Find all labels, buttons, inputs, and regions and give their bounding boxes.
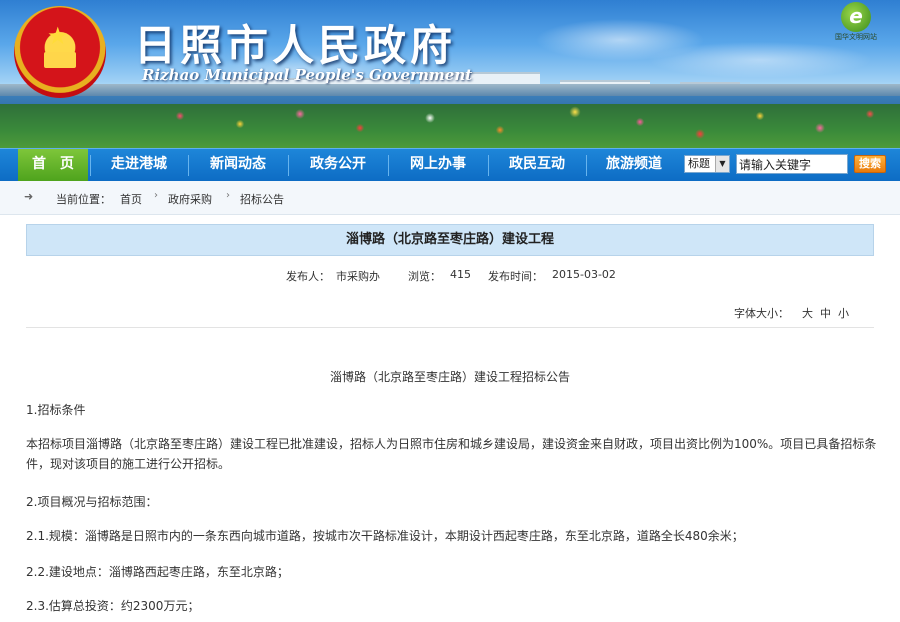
article-paragraph: 2.1.规模：淄博路是日照市内的一条东西向城市道路，按城市次干路标准设计，本期设… [26,529,744,543]
font-size-medium[interactable]: 中 [820,305,831,321]
nav-item-gov-affairs[interactable]: 政务公开 [288,149,388,182]
nav-item-news[interactable]: 新闻动态 [188,149,288,182]
breadcrumb-item-home[interactable]: 首页 [120,191,142,207]
breadcrumb-item-procurement[interactable]: 政府采购 [168,191,212,207]
views-label: 浏览： [408,270,441,283]
arrow-right-icon: ➜ [24,190,34,203]
chevron-down-icon[interactable]: ▼ [715,156,729,172]
search-type-value: 标题 [688,157,710,170]
divider [26,327,874,328]
views-value: 415 [450,268,471,281]
civilization-website-badge[interactable]: e 国华文明网站 [826,2,886,42]
breadcrumb-label: 当前位置： [56,193,111,206]
article-paragraph: 本招标项目淄博路（北京路至枣庄路）建设工程已批准建设，招标人为日照市住房和城乡建… [26,437,877,471]
font-size-small[interactable]: 小 [838,305,849,321]
site-title: 日照市人民政府 [134,21,457,70]
font-size-large[interactable]: 大 [802,305,813,321]
font-size-label: 字体大小： [734,307,789,320]
breadcrumb-item-tender-notice[interactable]: 招标公告 [240,191,284,207]
date-label: 发布时间： [488,270,543,283]
publisher-value: 市采购办 [336,270,380,283]
shoreline [0,84,900,96]
chevron-right-icon: › [154,190,158,201]
article-paragraph: 1.招标条件 [26,403,86,417]
badge-text: 国华文明网站 [835,33,877,41]
nav-item-tourism[interactable]: 旅游频道 [586,149,682,182]
article-paragraph: 2.项目概况与招标范围： [26,495,158,509]
date-value: 2015-03-02 [552,268,616,281]
nav-item-public-interaction[interactable]: 政民互动 [488,149,586,182]
header-banner: ★ 日照市人民政府 Rizhao Municipal People's Gove… [0,0,900,148]
site-subtitle: Rizhao Municipal People's Government [142,66,473,84]
search-button[interactable]: 搜索 [854,155,886,173]
nav-item-home[interactable]: 首 页 [18,149,88,182]
nav-item-about-city[interactable]: 走进港城 [90,149,188,182]
article-paragraph: 2.2.建设地点：淄博路西起枣庄路，东至北京路； [26,565,289,579]
publisher-label: 发布人： [286,270,330,283]
chevron-right-icon: › [226,190,230,201]
article-heading: 淄博路（北京路至枣庄路）建设工程招标公告 [329,370,570,384]
search-type-select[interactable]: 标题 ▼ [684,155,730,173]
national-emblem-icon: ★ [14,6,106,98]
flower-field [0,104,900,148]
article-title: 淄博路（北京路至枣庄路）建设工程 [26,224,874,256]
search-input[interactable] [736,154,848,174]
article-paragraph: 2.3.估算总投资：约2300万元； [26,599,200,613]
leaf-logo-icon: e [841,2,871,32]
nav-item-online-services[interactable]: 网上办事 [388,149,488,182]
